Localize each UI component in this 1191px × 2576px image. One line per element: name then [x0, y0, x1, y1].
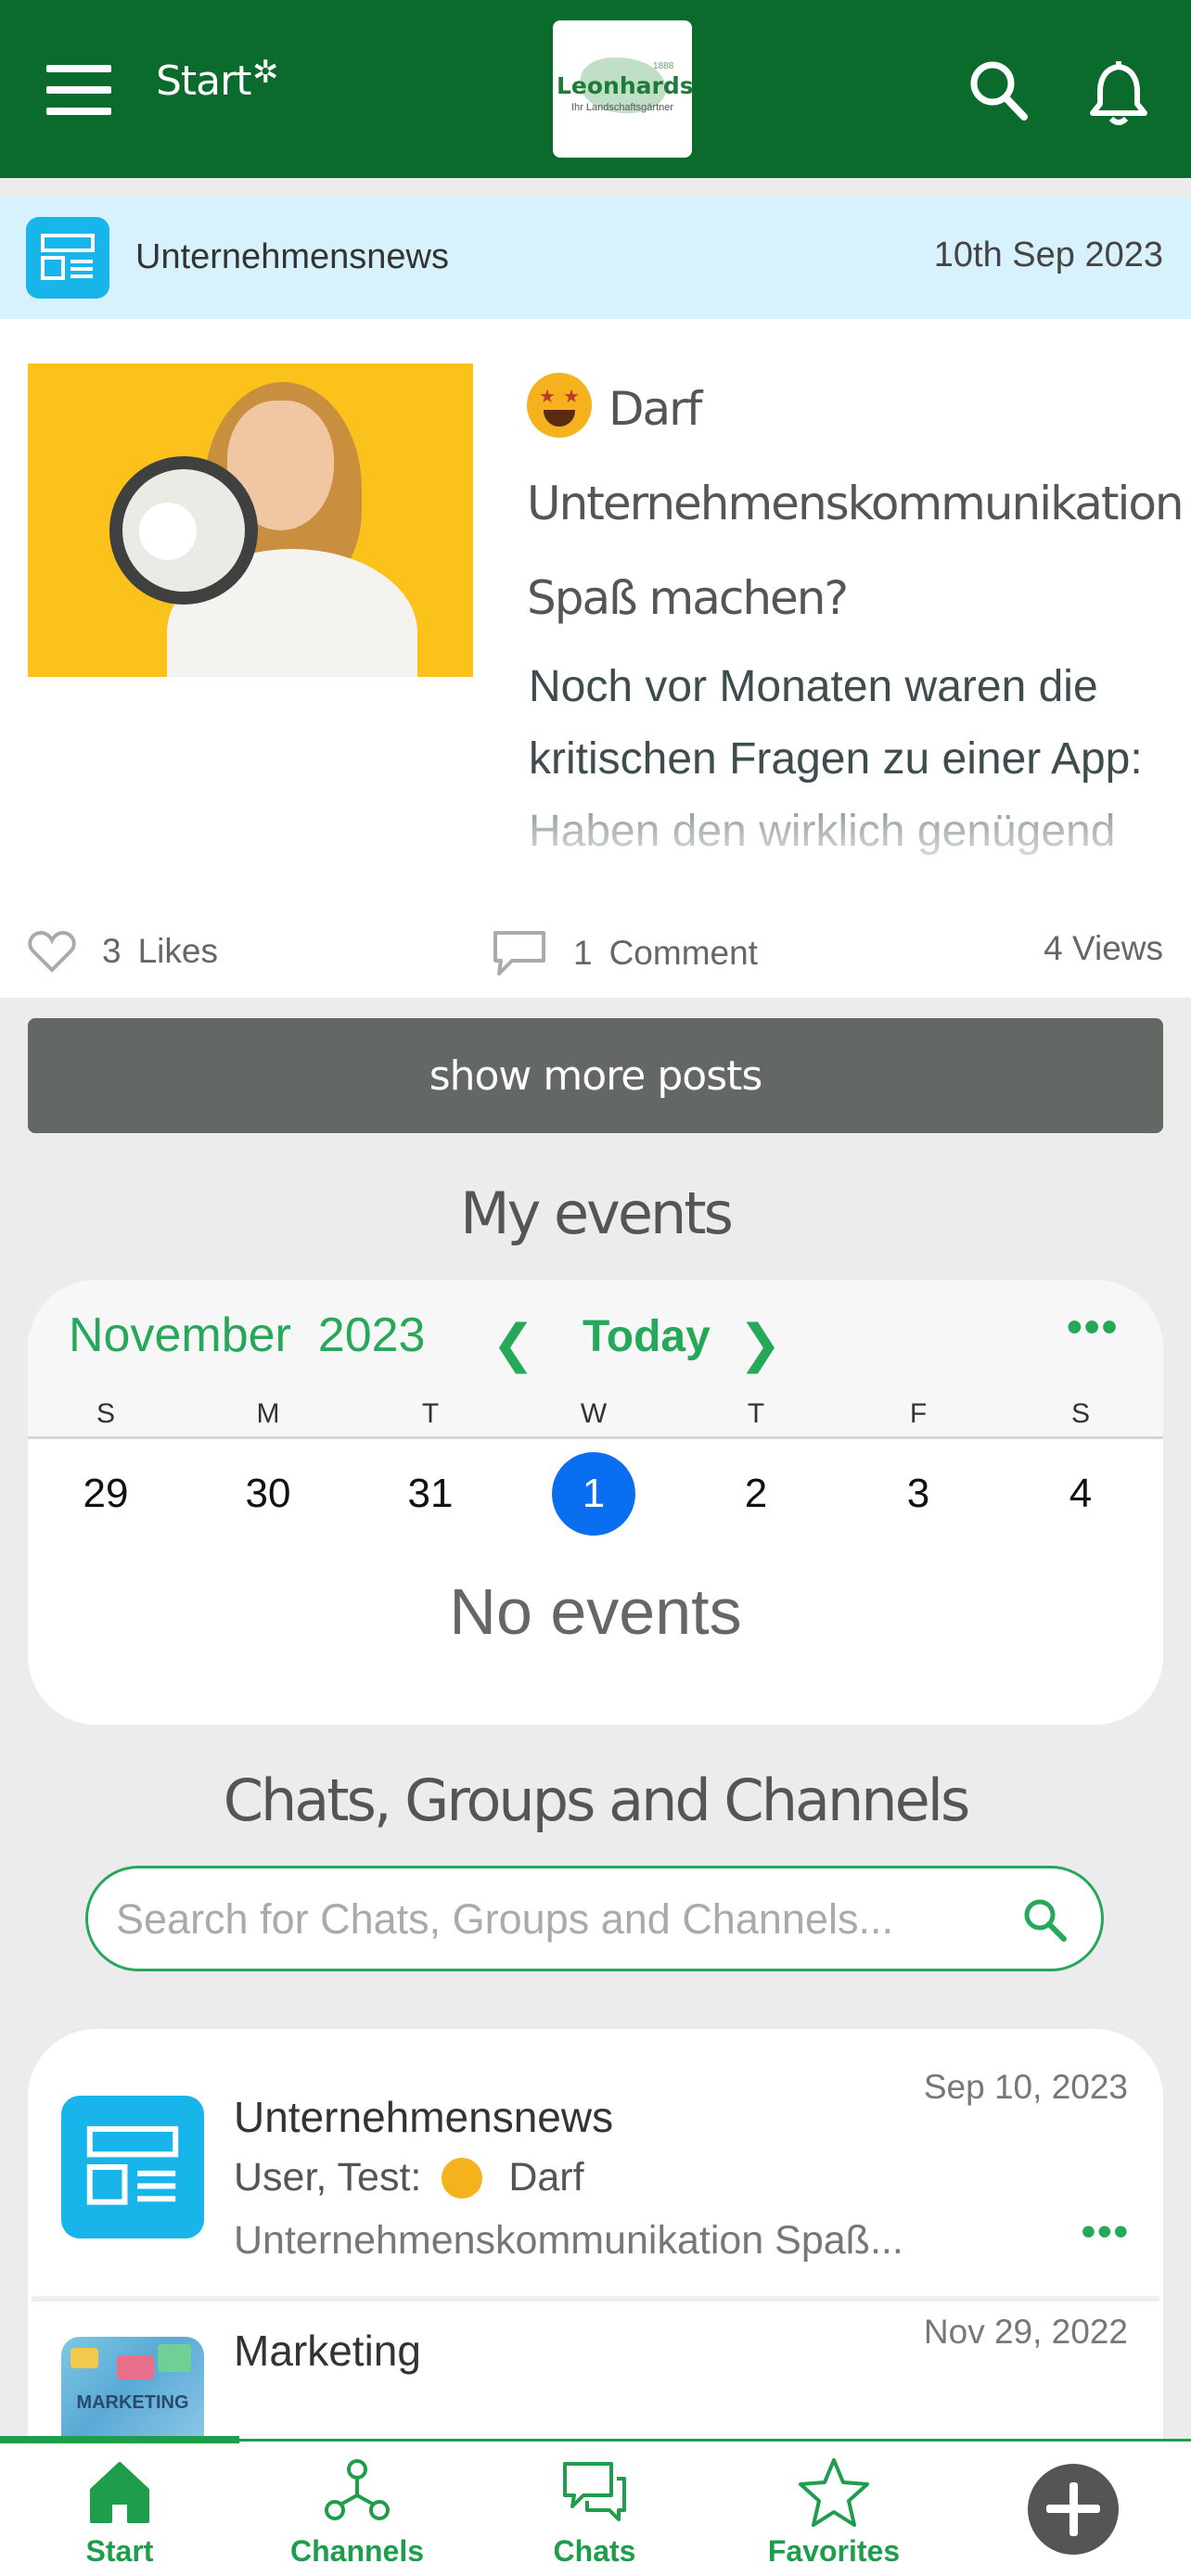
- weekday-label: M: [256, 1398, 280, 1429]
- calendar-month-year[interactable]: November 2023: [69, 1307, 425, 1363]
- chat-preview-text: Darf: [508, 2155, 584, 2200]
- nav-label: Favorites: [767, 2534, 901, 2568]
- news-post-card[interactable]: Unternehmensnews 10th Sep 2023 Darf Unte…: [0, 197, 1191, 998]
- calendar-day[interactable]: 31: [389, 1452, 472, 1536]
- company-logo[interactable]: 1888 Leonhards Ihr Landschaftsgärtner: [553, 20, 694, 158]
- like-button[interactable]: 3 Likes: [28, 929, 218, 974]
- chat-date: Nov 29, 2022: [923, 2313, 1128, 2351]
- calendar-day[interactable]: 3: [877, 1452, 960, 1536]
- news-date: 10th Sep 2023: [933, 236, 1163, 274]
- news-channel-icon: [26, 217, 109, 299]
- chat-list-item[interactable]: Unternehmensnews Sep 10, 2023 User, Test…: [28, 2029, 1163, 2302]
- calendar-month: November: [69, 1308, 291, 1362]
- today-button[interactable]: Today: [583, 1311, 711, 1362]
- nav-channels[interactable]: Channels: [237, 2442, 477, 2576]
- more-options-icon[interactable]: •••: [1082, 2209, 1130, 2255]
- home-icon: [90, 2462, 149, 2523]
- nav-label: Chats: [553, 2534, 636, 2568]
- bell-icon[interactable]: [1082, 54, 1156, 128]
- post-title-text: Darf Unternehmenskommunikation Spaß mach…: [527, 382, 1185, 625]
- calendar-day[interactable]: 4: [1039, 1452, 1122, 1536]
- app-header: Start ✲ 1888 Leonhards Ihr Landschaftsgä…: [0, 0, 1191, 178]
- post-image[interactable]: [28, 363, 473, 677]
- nav-start[interactable]: Start: [0, 2442, 239, 2576]
- chat-date: Sep 10, 2023: [923, 2068, 1128, 2106]
- search-icon[interactable]: [961, 54, 1035, 128]
- chevron-left-icon[interactable]: ❮: [492, 1313, 535, 1374]
- star-struck-emoji-icon: [442, 2157, 483, 2199]
- nav-label: Start: [85, 2534, 154, 2568]
- show-more-posts-button[interactable]: show more posts: [28, 1018, 1163, 1133]
- bottom-navigation: Start Channels Chats Favorites: [0, 2436, 1191, 2576]
- calendar-day-selected[interactable]: 1: [552, 1452, 635, 1536]
- comment-button[interactable]: 1 Comment: [492, 929, 758, 977]
- news-channel-band: Unternehmensnews 10th Sep 2023: [0, 197, 1191, 319]
- calendar-day[interactable]: 2: [714, 1452, 798, 1536]
- chat-search-box: [85, 1866, 1104, 1971]
- chevron-right-icon[interactable]: ❯: [738, 1313, 782, 1374]
- weekday-label: S: [96, 1398, 115, 1429]
- events-calendar: November 2023 ❮ Today ❯ ••• S M T W T F …: [28, 1280, 1163, 1725]
- menu-icon[interactable]: [46, 65, 111, 115]
- calendar-day[interactable]: 30: [226, 1452, 310, 1536]
- chat-search-input[interactable]: [116, 1891, 988, 1948]
- megaphone-inner-shape: [139, 503, 197, 560]
- comment-icon: [493, 931, 545, 976]
- calendar-header: November 2023 ❮ Today ❯ ••• S M T W T F …: [28, 1280, 1163, 1439]
- post-title[interactable]: Darf Unternehmenskommunikation Spaß mach…: [527, 362, 1185, 645]
- weekday-label: W: [580, 1398, 608, 1429]
- events-section-title: My events: [460, 1180, 734, 1247]
- chat-preview-line2: Unternehmenskommunikation Spaß...: [234, 2218, 903, 2263]
- news-channel-icon: [61, 2096, 204, 2238]
- calendar-year: 2023: [317, 1308, 426, 1362]
- nav-favorites[interactable]: Favorites: [714, 2442, 954, 2576]
- heart-icon: [28, 930, 76, 973]
- weekday-label: F: [909, 1398, 928, 1429]
- weekday-label: S: [1070, 1398, 1090, 1429]
- chat-preview: User, Test: Darf: [234, 2155, 584, 2200]
- page-title: Start: [156, 57, 251, 105]
- post-stats: 3 Likes 1 Comment 4 Views: [0, 929, 1191, 985]
- nav-chats[interactable]: Chats: [475, 2442, 714, 2576]
- comments-count: 1: [573, 934, 593, 972]
- likes-count: 3: [102, 932, 122, 970]
- search-icon[interactable]: [1018, 1893, 1073, 1948]
- avatar-text: MARKETING: [76, 2392, 189, 2413]
- news-channel-name: Unternehmensnews: [135, 237, 449, 276]
- star-struck-emoji-icon: [527, 372, 592, 438]
- chats-section-title: Chats, Groups and Channels: [223, 1766, 971, 1834]
- chat-name: Unternehmensnews: [234, 2093, 614, 2141]
- channels-network-icon: [325, 2459, 390, 2520]
- chat-sender: User, Test:: [234, 2155, 422, 2200]
- more-options-icon[interactable]: •••: [1067, 1302, 1119, 1353]
- comments-label: Comment: [608, 934, 758, 972]
- logo-subtitle: Ihr Landschaftsgärtner: [570, 102, 674, 113]
- gear-icon[interactable]: ✲: [252, 54, 279, 91]
- star-icon: [799, 2458, 869, 2527]
- views-count: 4 Views: [1044, 929, 1163, 967]
- nav-label: Channels: [289, 2534, 425, 2568]
- likes-label: Likes: [137, 932, 218, 970]
- weekday-label: T: [747, 1398, 765, 1429]
- logo-text: Leonhards: [557, 72, 694, 99]
- no-events-text: No events: [449, 1575, 742, 1648]
- add-button[interactable]: [1028, 2464, 1119, 2555]
- chat-bubbles-icon: [563, 2462, 626, 2521]
- calendar-day[interactable]: 29: [64, 1452, 147, 1536]
- weekday-label: T: [421, 1398, 440, 1429]
- excerpt-fade: [519, 790, 1187, 901]
- chat-name: Marketing: [234, 2327, 421, 2375]
- logo-year: 1888: [653, 61, 674, 71]
